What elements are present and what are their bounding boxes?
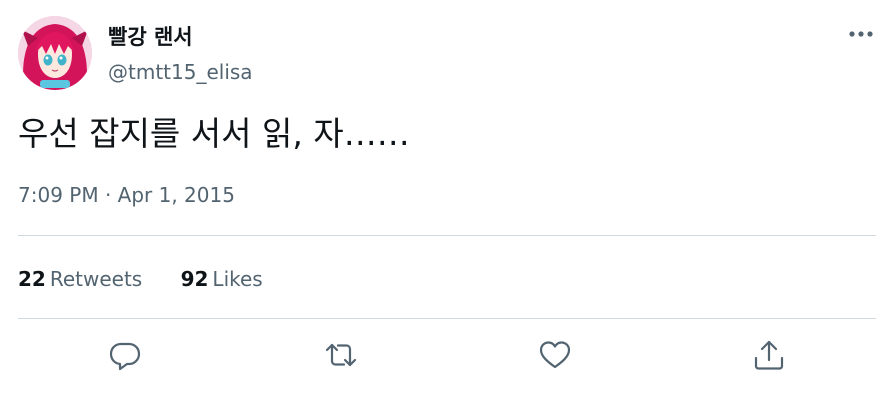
- like-icon[interactable]: [538, 338, 572, 372]
- likes-label: Likes: [212, 267, 263, 291]
- likes-stat[interactable]: 92 Likes: [181, 265, 263, 293]
- display-name[interactable]: 빨강 랜서: [108, 24, 193, 50]
- likes-count: 92: [180, 267, 209, 291]
- retweets-label: Retweets: [49, 267, 143, 291]
- avatar[interactable]: [18, 16, 92, 90]
- user-handle[interactable]: @tmtt15_elisa: [108, 60, 253, 84]
- tweet-timestamp[interactable]: 7:09 PM · Apr 1, 2015: [18, 182, 235, 208]
- action-bar: [0, 338, 894, 372]
- tweet-stats: 22 Retweets 92 Likes: [18, 265, 295, 293]
- retweets-count: 22: [18, 267, 46, 291]
- divider: [18, 318, 876, 319]
- retweets-stat[interactable]: 22 Retweets: [18, 265, 142, 293]
- avatar-image: [18, 16, 92, 90]
- reply-icon[interactable]: [108, 338, 142, 372]
- divider: [18, 235, 876, 236]
- more-icon[interactable]: [846, 20, 876, 48]
- tweet-text: 우선 잡지를 서서 읽, 자……: [18, 114, 410, 153]
- share-icon[interactable]: [752, 338, 786, 372]
- tweet-card: 빨강 랜서 @tmtt15_elisa 우선 잡지를 서서 읽, 자…… 7:0…: [0, 0, 894, 409]
- retweet-icon[interactable]: [324, 338, 358, 372]
